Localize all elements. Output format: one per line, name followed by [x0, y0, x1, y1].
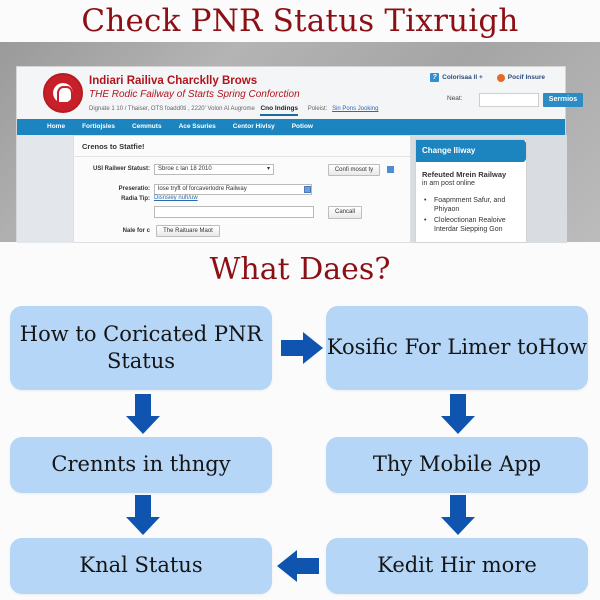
page-title: Check PNR Status Tixruigh — [81, 3, 519, 39]
status-select[interactable]: Sbroe c lan 18 2010 ▾ — [154, 164, 274, 175]
spinner-icon[interactable] — [304, 186, 311, 193]
site-tagline: THE Rodic Failway of Starts Spring Confo… — [89, 89, 300, 100]
help-icon[interactable] — [387, 166, 394, 173]
sidebar-subtext: in am post online — [422, 180, 475, 187]
confirm-button[interactable]: Confi mosot ty — [328, 164, 380, 176]
post-link[interactable]: Pocif Insure — [496, 73, 545, 82]
arrow-right-icon — [281, 332, 323, 364]
site-header: Indiari Railiva Charcklly Brows THE Rodi… — [17, 67, 583, 119]
help-icon: ? — [430, 73, 440, 82]
browser-window: Indiari Railiva Charcklly Brows THE Rodi… — [16, 66, 583, 243]
nav-item-home[interactable]: Home — [47, 119, 65, 135]
flow-box-4: Thy Mobile App — [326, 437, 588, 493]
post-link-label: Pocif Insure — [507, 74, 545, 81]
nav-bar: Home Fortiojsles Cemmuts Ace Ssuries Cen… — [17, 119, 565, 135]
arrow-down-icon — [441, 495, 475, 535]
preservation-input[interactable]: lose tryft of forcaverlodre Railway — [154, 184, 312, 195]
nav-item-3[interactable]: Cemmuts — [132, 119, 162, 135]
status-label: USI Railwer Statust: — [92, 166, 150, 172]
section-title: What Daes? — [209, 252, 391, 287]
form-title: Crenos to Statfie! — [82, 142, 145, 151]
site-name: Indiari Railiva Charcklly Brows — [89, 75, 258, 87]
search-button[interactable]: Serrnios — [543, 93, 583, 107]
help-link-label: Colorisaa ll + — [442, 74, 483, 81]
sidebar-panel: Change Iliway Refeuted Mrein Railway in … — [415, 139, 527, 243]
preservation-label: Preseratio: — [118, 186, 150, 192]
flow-box-5: Knal Status — [10, 538, 272, 594]
post-icon — [496, 73, 505, 82]
arrow-left-icon — [277, 550, 319, 582]
list-item: Cloleoctionan Realoive Interdar Siepping… — [422, 216, 522, 234]
flow-box-1: How to Coricated PNR Status — [10, 306, 272, 390]
note-button[interactable]: The Raituare Maot — [156, 225, 220, 237]
nav-item-2[interactable]: Fortiojsles — [82, 119, 115, 135]
help-link[interactable]: ? Colorisaa ll + — [430, 73, 483, 82]
divider — [74, 156, 410, 157]
nav-item-4[interactable]: Ace Ssuries — [179, 119, 216, 135]
sidebar-subheading: Refeuted Mrein Railway — [422, 170, 507, 179]
list-item: Foapmment Safur, and Phiyaon — [422, 196, 522, 214]
radio-tip-label: Radia Tip: — [121, 196, 150, 202]
note-label: Nale for c — [122, 228, 150, 234]
status-select-value: Sbroe c lan 18 2010 — [158, 166, 212, 172]
arrow-down-icon — [441, 394, 475, 434]
website-screenshot: Indiari Railiva Charcklly Brows THE Rodi… — [0, 42, 600, 243]
arrow-down-icon — [126, 495, 160, 535]
breadcrumb: Dignate 1 10 / Thaiser, OTS foadd0ti , 2… — [89, 105, 378, 116]
breadcrumb-label: Poleist: — [307, 106, 328, 112]
sidebar-heading[interactable]: Change Iliway — [416, 140, 526, 162]
flow-box-2: Kosific For Limer toHow — [326, 306, 588, 390]
pnr-form-panel: Crenos to Statfie! USI Railwer Statust: … — [73, 135, 411, 243]
flow-box-3: Crennts in thngy — [10, 437, 272, 493]
cancel-button[interactable]: Cancall — [328, 206, 362, 219]
nav-item-6[interactable]: Potiow — [292, 119, 313, 135]
radio-tip-link[interactable]: Disnsiey nuh/uw — [154, 195, 198, 201]
breadcrumb-link[interactable]: Sin Pons Jooking — [332, 106, 378, 112]
railway-logo-icon — [43, 73, 83, 113]
sidebar-list: Foapmment Safur, and Phiyaon Cloleoction… — [422, 196, 522, 236]
breadcrumb-path: Dignate 1 10 / Thaiser, OTS foadd0ti , 2… — [89, 106, 255, 112]
chevron-down-icon: ▾ — [266, 166, 270, 172]
search-label: Neat: — [447, 95, 463, 102]
arrow-down-icon — [126, 394, 160, 434]
extra-input[interactable] — [154, 206, 314, 218]
search-input[interactable] — [479, 93, 539, 107]
nav-item-5[interactable]: Centor Hivlsy — [233, 119, 275, 135]
top-links: ? Colorisaa ll + Pocif Insure — [430, 73, 545, 82]
breadcrumb-active-tab[interactable]: Cno Indings — [260, 105, 299, 116]
flow-box-6: Kedit Hir more — [326, 538, 588, 594]
left-gutter — [17, 135, 73, 243]
